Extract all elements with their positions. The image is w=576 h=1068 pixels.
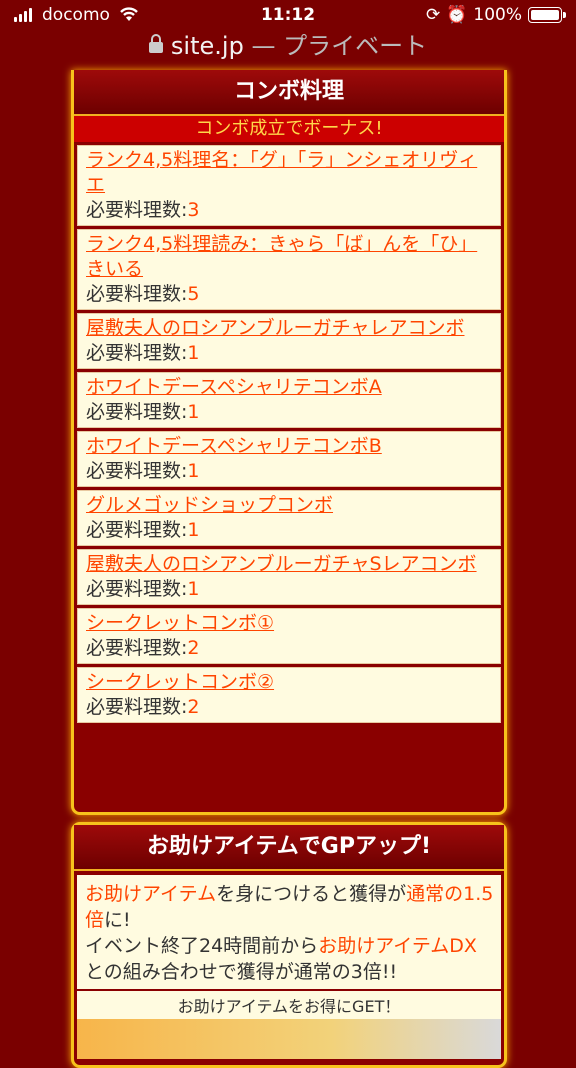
required-label: 必要料理数:: [86, 519, 188, 541]
combo-item: 屋敷夫人のロシアンブルーガチャレアコンボ 必要料理数:1: [77, 313, 501, 369]
combo-item: グルメゴッドショップコンボ 必要料理数:1: [77, 490, 501, 546]
combo-panel: コンボ料理 コンボ成立でボーナス! ランク4,5料理名：「グ」「ラ」ンシェオリヴ…: [71, 70, 507, 815]
required-count: 1: [187, 342, 200, 364]
help-item-dx-link[interactable]: お助けアイテムDX: [318, 935, 477, 957]
required-count: 2: [187, 696, 200, 718]
combo-list: ランク4,5料理名：「グ」「ラ」ンシェオリヴィエ 必要料理数:3 ランク4,5料…: [74, 145, 504, 723]
help-title: お助けアイテムでGPアップ!: [74, 825, 504, 871]
required-label: 必要料理数:: [86, 342, 188, 364]
combo-item: ランク4,5料理名：「グ」「ラ」ンシェオリヴィエ 必要料理数:3: [77, 145, 501, 226]
alarm-icon: ⏰: [446, 5, 468, 25]
promo-banner[interactable]: [77, 1019, 501, 1059]
private-label: — プライベート: [243, 32, 428, 60]
combo-item: シークレットコンボ① 必要料理数:2: [77, 608, 501, 664]
combo-link[interactable]: 屋敷夫人のロシアンブルーガチャSレアコンボ: [86, 553, 477, 575]
combo-link[interactable]: シークレットコンボ①: [86, 612, 274, 634]
required-count: 1: [187, 519, 200, 541]
help-description: お助けアイテムを身につけると獲得が通常の1.5倍に! イベント終了24時間前から…: [77, 875, 501, 989]
lock-icon: [148, 33, 163, 53]
required-count: 5: [187, 283, 200, 305]
combo-item: シークレットコンボ② 必要料理数:2: [77, 667, 501, 723]
help-text: に!: [104, 909, 131, 931]
battery-icon: [528, 7, 566, 23]
required-label: 必要料理数:: [86, 401, 188, 423]
combo-bonus-banner: コンボ成立でボーナス!: [74, 116, 504, 142]
required-label: 必要料理数:: [86, 199, 188, 221]
help-get-label: お助けアイテムをお得にGET！: [77, 991, 501, 1019]
help-item-panel: お助けアイテムでGPアップ! お助けアイテムを身につけると獲得が通常の1.5倍に…: [71, 822, 507, 1068]
required-count: 2: [187, 637, 200, 659]
required-count: 1: [187, 460, 200, 482]
combo-title: コンボ料理: [74, 70, 504, 116]
required-count: 3: [187, 199, 200, 221]
combo-link[interactable]: 屋敷夫人のロシアンブルーガチャレアコンボ: [86, 317, 464, 339]
help-text: イベント終了24時間前から: [85, 935, 319, 957]
combo-item: ホワイトデースペシャリテコンボA 必要料理数:1: [77, 372, 501, 428]
required-count: 1: [187, 401, 200, 423]
help-item-link[interactable]: お助けアイテム: [85, 883, 216, 905]
help-text: との組み合わせで獲得が通常の3倍!!: [85, 961, 398, 983]
required-label: 必要料理数:: [86, 578, 188, 600]
required-label: 必要料理数:: [86, 460, 188, 482]
combo-link[interactable]: ホワイトデースペシャリテコンボB: [86, 435, 382, 457]
combo-link[interactable]: ランク4,5料理名：「グ」「ラ」ンシェオリヴィエ: [86, 149, 477, 196]
combo-link[interactable]: グルメゴッドショップコンボ: [86, 494, 333, 516]
combo-link[interactable]: ランク4,5料理読み：きゃら「ば」んを「ひ」きいる: [86, 233, 477, 280]
required-label: 必要料理数:: [86, 283, 188, 305]
required-count: 1: [187, 578, 200, 600]
required-label: 必要料理数:: [86, 637, 188, 659]
combo-link[interactable]: シークレットコンボ②: [86, 671, 274, 693]
combo-item: ホワイトデースペシャリテコンボB 必要料理数:1: [77, 431, 501, 487]
help-text: を身につけると獲得が: [216, 883, 407, 905]
url-host: site.jp: [170, 32, 244, 60]
battery-percent: 100%: [473, 5, 522, 25]
address-bar[interactable]: site.jp — プライベート: [0, 28, 576, 64]
required-label: 必要料理数:: [86, 696, 188, 718]
combo-item: 屋敷夫人のロシアンブルーガチャSレアコンボ 必要料理数:1: [77, 549, 501, 605]
combo-item: ランク4,5料理読み：きゃら「ば」んを「ひ」きいる 必要料理数:5: [77, 229, 501, 310]
rotation-lock-icon: ⟳: [425, 5, 441, 25]
combo-link[interactable]: ホワイトデースペシャリテコンボA: [86, 376, 382, 398]
